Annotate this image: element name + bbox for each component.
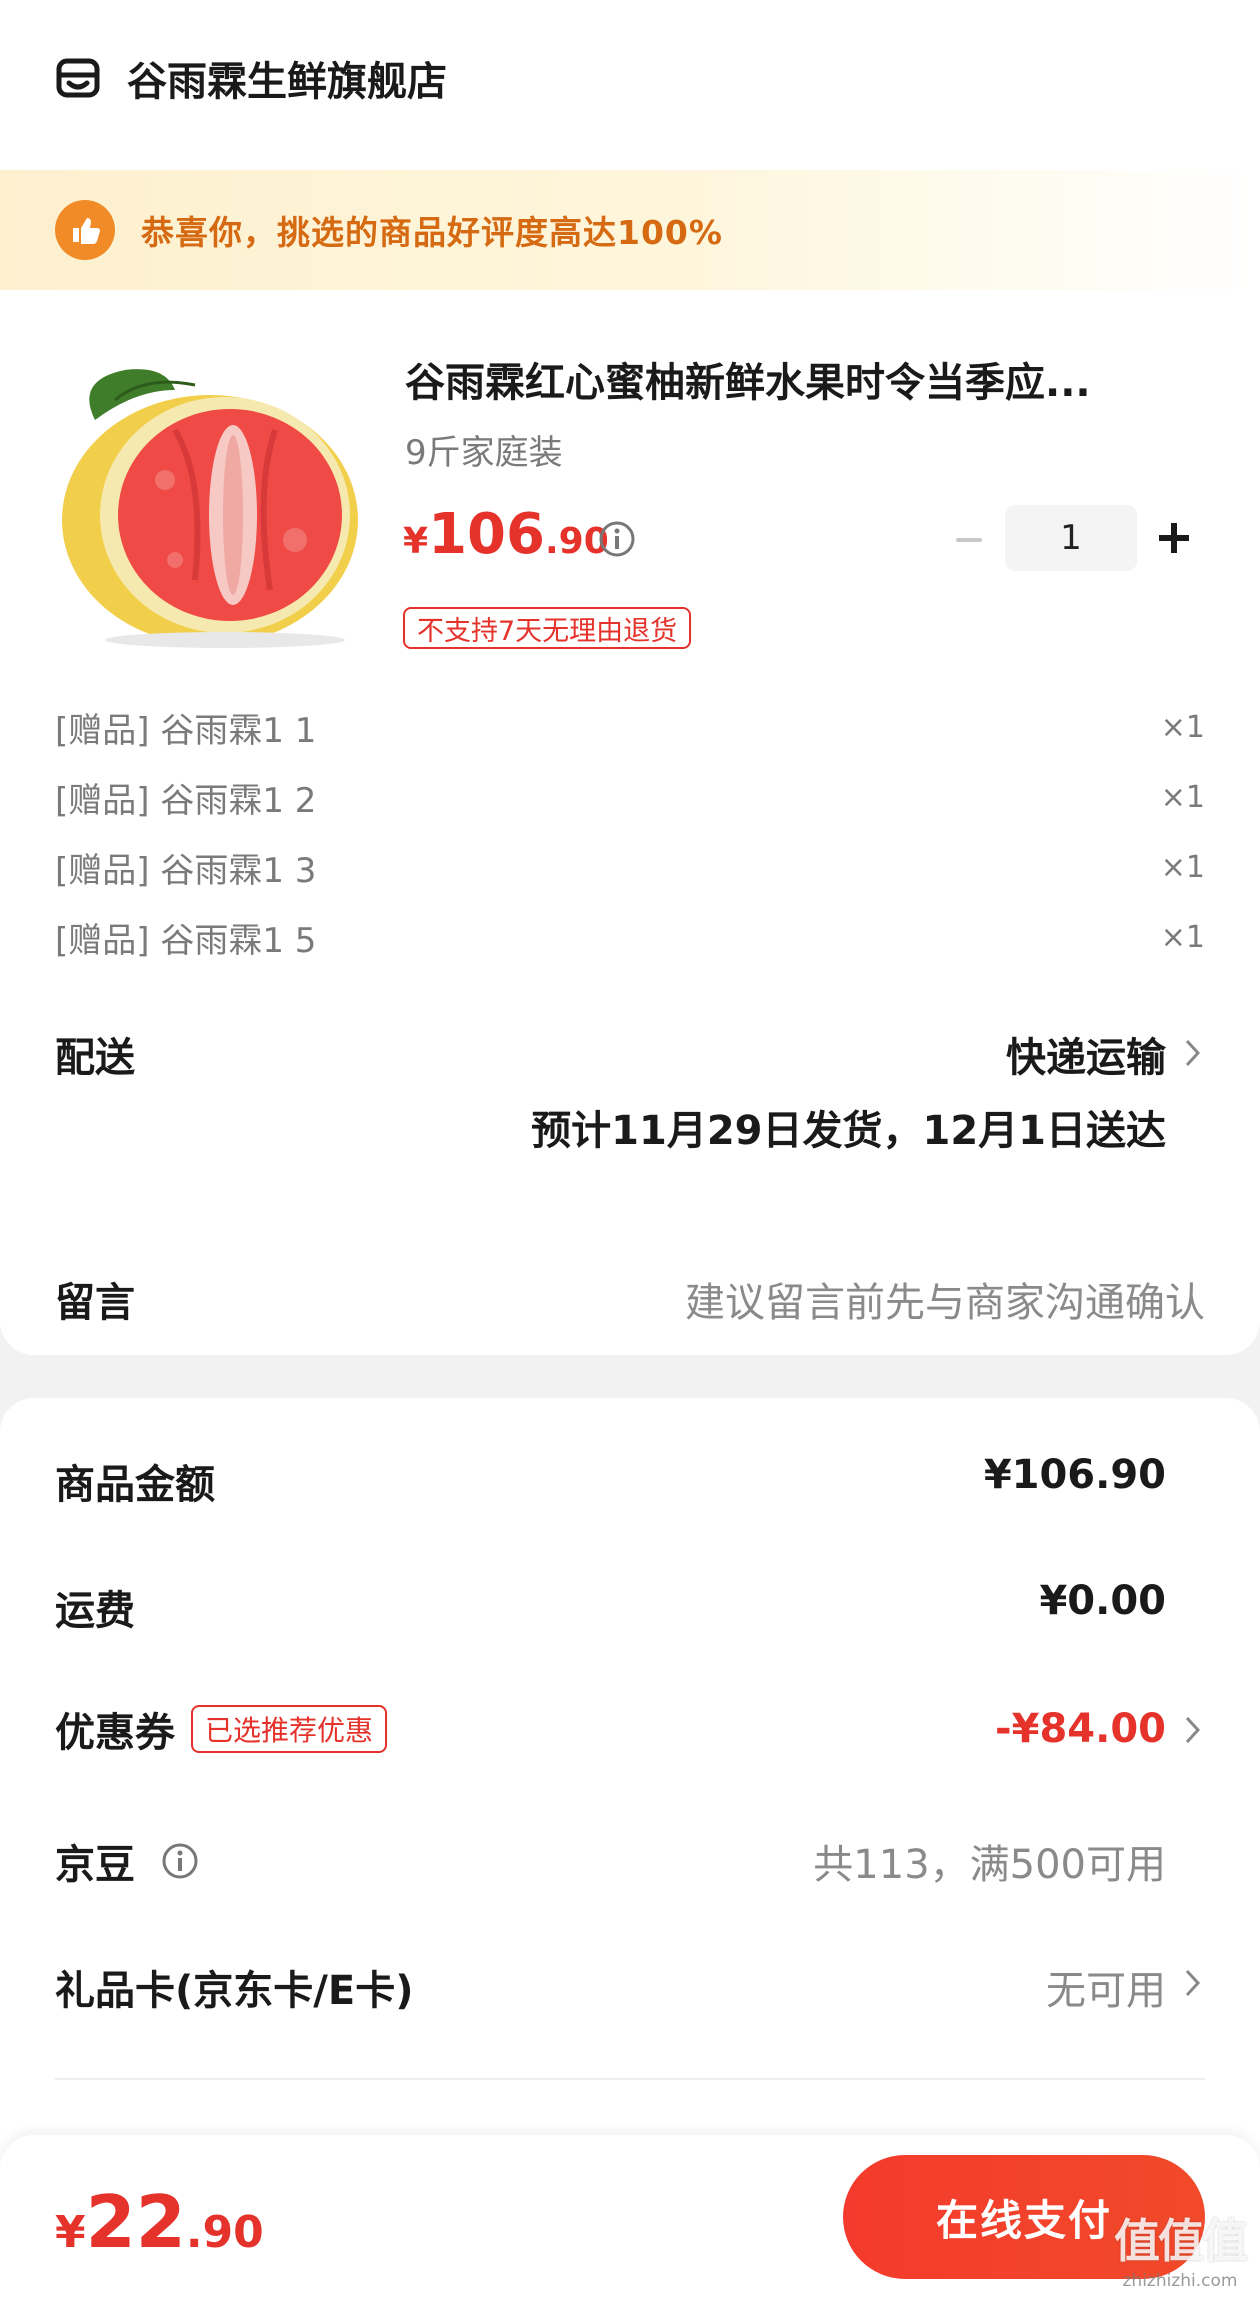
note-input[interactable]: 建议留言前先与商家沟通确认 [685, 1270, 1205, 1328]
store-header[interactable]: 谷雨霖生鲜旗舰店 [55, 48, 447, 108]
goods-amount-text: 商品金额 [55, 1462, 215, 1508]
product-title[interactable]: 谷雨霖红心蜜柚新鲜水果时令当季应... [405, 350, 1205, 408]
delivery-estimate: 预计11月29日发货，12月1日送达 [531, 1108, 1166, 1154]
gift-qty: ×1 [1160, 779, 1205, 815]
total-currency: ¥ [55, 2207, 86, 2258]
price-info-icon[interactable] [598, 520, 636, 558]
watermark-logo: 值值值 [1114, 2214, 1248, 2268]
watermark-domain: zhizhizhi.com [1122, 2271, 1238, 2291]
giftcard-label: 礼品卡(京东卡/E卡) [55, 1958, 414, 2016]
price-integer: 106 [428, 502, 545, 567]
jingdou-info-icon[interactable] [161, 1842, 199, 1880]
gift-row: [赠品] 谷雨霖1 5 ×1 [55, 912, 1205, 962]
chevron-right-icon[interactable] [1182, 1713, 1204, 1747]
quantity-increase-button[interactable] [1154, 518, 1194, 558]
gift-row: [赠品] 谷雨霖1 2 ×1 [55, 772, 1205, 822]
product-price: ¥ 106 .90 [403, 502, 609, 567]
banner-text: 恭喜你，挑选的商品好评度高达100% [141, 213, 723, 252]
gift-qty: ×1 [1160, 709, 1205, 745]
gift-label: [赠品] 谷雨霖1 5 [55, 920, 317, 961]
coupon-recommended-tag: 已选推荐优惠 [191, 1705, 388, 1753]
shipping-text: 运费 [55, 1588, 135, 1634]
thumbs-up-icon [55, 200, 115, 260]
gift-row: [赠品] 谷雨霖1 3 ×1 [55, 842, 1205, 892]
quantity-input[interactable]: 1 [1005, 505, 1137, 571]
jingdou-label: 京豆 [55, 1832, 199, 1890]
store-icon [56, 58, 100, 98]
site-watermark: 值值值 zhizhizhi.com [1114, 2205, 1248, 2291]
total-integer: 22 [85, 2180, 186, 2264]
pomelo-product-image[interactable] [55, 360, 365, 650]
giftcard-value[interactable]: 无可用 [1046, 1958, 1166, 2016]
delivery-method[interactable]: 快递运输 [1006, 1025, 1166, 1083]
coupon-text: 优惠券 [55, 1710, 175, 1756]
divider [55, 2078, 1205, 2080]
total-decimal: .90 [185, 2207, 264, 2258]
note-label: 留言 [55, 1280, 135, 1326]
gift-qty: ×1 [1160, 849, 1205, 885]
jingdou-value: 共113，满500可用 [813, 1842, 1166, 1888]
no-return-tag: 不支持7天无理由退货 [403, 607, 692, 649]
giftcard-text: 礼品卡(京东卡/E卡) [55, 1968, 414, 2014]
gift-row: [赠品] 谷雨霖1 1 ×1 [55, 702, 1205, 752]
shipping-label: 运费 [55, 1578, 135, 1636]
store-name: 谷雨霖生鲜旗舰店 [127, 59, 447, 105]
gift-qty: ×1 [1160, 919, 1205, 955]
gift-label: [赠品] 谷雨霖1 3 [55, 850, 317, 891]
gift-label: [赠品] 谷雨霖1 2 [55, 780, 317, 821]
total-price: ¥ 22 .90 [55, 2180, 264, 2264]
chevron-right-icon[interactable] [1182, 1966, 1204, 2000]
price-currency: ¥ [403, 521, 429, 562]
goods-amount-value: ¥106.90 [983, 1452, 1166, 1498]
delivery-label: 配送 [55, 1035, 135, 1081]
coupon-label: 优惠券 已选推荐优惠 [55, 1700, 388, 1758]
quantity-decrease-button[interactable] [952, 518, 986, 562]
product-spec: 9斤家庭装 [405, 433, 563, 473]
minus-icon [956, 538, 982, 542]
goods-amount-label: 商品金额 [55, 1452, 215, 1510]
praise-banner: 恭喜你，挑选的商品好评度高达100% [0, 170, 1260, 290]
chevron-right-icon[interactable] [1182, 1036, 1204, 1070]
jingdou-text: 京豆 [55, 1842, 135, 1888]
gift-label: [赠品] 谷雨霖1 1 [55, 710, 317, 751]
shipping-value: ¥0.00 [1039, 1578, 1166, 1624]
coupon-value[interactable]: -¥84.00 [995, 1706, 1166, 1752]
